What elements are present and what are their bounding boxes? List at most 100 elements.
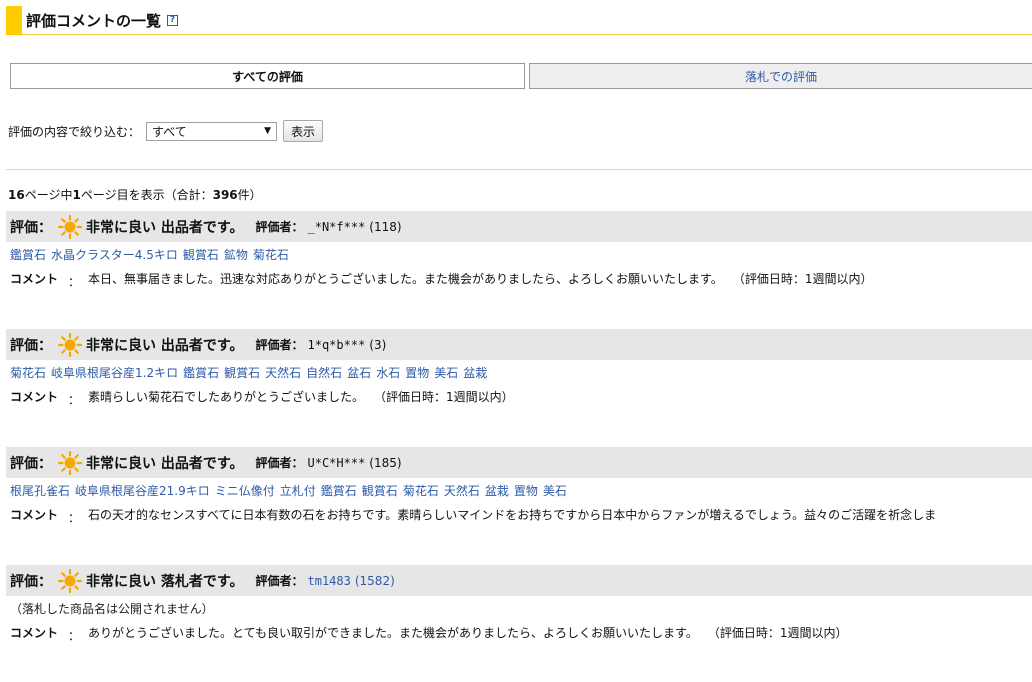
rating-filter-select[interactable]: すべて ▼ [146, 121, 278, 141]
page-summary-text: 件） [237, 188, 262, 202]
item-keyword-link[interactable]: 観賞石 [183, 246, 219, 263]
item-keyword-link[interactable]: 鑑賞石 [321, 482, 357, 499]
comment-row: コメント ： 石の天才的なセンスすべてに日本有数の石をお持ちです。素晴らしいマイ… [6, 506, 1032, 526]
item-keyword-link[interactable]: 自然石 [306, 364, 342, 381]
item-keyword-link[interactable]: 天然石 [265, 364, 301, 381]
item-keyword-link[interactable]: 美石 [543, 482, 567, 499]
rating-value: 非常に良い 出品者です。 [86, 219, 244, 236]
item-keyword-link[interactable]: 岐阜県根尾谷産21.9キロ [75, 482, 210, 499]
item-keyword-link[interactable]: 盆栽 [463, 364, 487, 381]
page-title: 評価コメントの一覧 [26, 11, 162, 30]
evaluator-label: 評価者： [255, 574, 304, 588]
rating-filter: 評価の内容で絞り込む： すべて ▼ 表示 [8, 120, 324, 142]
item-keyword-link[interactable]: 鑑賞石 [10, 246, 46, 263]
comment-row: コメント ： 本日、無事届きました。迅速な対応ありがとうございました。また機会が… [6, 270, 1032, 290]
evaluator-name: U*C*H*** [307, 455, 366, 470]
comment-colon: ： [68, 275, 81, 289]
comment-text: 素晴らしい菊花石でしたありがとうございました。 [88, 390, 365, 404]
item-keyword-link[interactable]: 立札付 [280, 482, 316, 499]
sun-icon [58, 568, 82, 593]
rating-value: 非常に良い 落札者です。 [86, 573, 244, 590]
comment-text: 本日、無事届きました。迅速な対応ありがとうございました。また機会がありましたら、… [88, 272, 723, 286]
comment-date: （評価日時：1週間以内） [374, 390, 514, 404]
evaluator-label: 評価者： [255, 338, 304, 352]
rating-header: 評価： 非常に良い 出品者です。 評価者： U*C*H*** (185) [6, 447, 1032, 478]
rating-value: 非常に良い 出品者です。 [86, 455, 244, 472]
sun-icon [58, 332, 82, 357]
item-keyword-link[interactable]: 鑑賞石 [183, 364, 219, 381]
comment-row: コメント ： ありがとうございました。とても良い取引ができました。また機会があり… [6, 624, 1032, 644]
evaluator-rating-count: (118) [369, 219, 402, 234]
item-keyword-link[interactable]: 置物 [405, 364, 429, 381]
comment-colon: ： [68, 511, 81, 525]
page-header: 評価コメントの一覧 ? [6, 5, 1032, 35]
comment-date: （評価日時：1週間以内） [707, 626, 848, 640]
item-keyword-link[interactable]: 盆石 [347, 364, 371, 381]
comment-label: コメント [10, 272, 59, 286]
total-count: 396 [212, 188, 238, 202]
tab-winning-bid-ratings[interactable]: 落札での評価 [528, 63, 1032, 89]
rating-header: 評価： 非常に良い 落札者です。 評価者： tm1483 (1582) [6, 565, 1032, 596]
item-keyword-link[interactable]: 岐阜県根尾谷産1.2キロ [51, 364, 178, 381]
rating-value: 非常に良い 出品者です。 [86, 337, 244, 354]
rating-entry: 評価： 非常に良い 出品者です。 評価者： U*C*H*** (185) 根尾孔… [6, 447, 1032, 526]
sun-icon [58, 214, 82, 239]
chevron-down-icon: ▼ [264, 126, 272, 136]
comment-date: （評価日時：1週間以内） [732, 272, 873, 286]
private-item-note: （落札した商品名は公開されません） [10, 602, 214, 616]
tab-bar: すべての評価 落札での評価 [10, 63, 1032, 89]
comment-text: ありがとうございました。とても良い取引ができました。また機会がありましたら、よろ… [88, 626, 698, 640]
comment-label: コメント [10, 626, 59, 640]
comment-row: コメント ： 素晴らしい菊花石でしたありがとうございました。 （評価日時：1週間… [6, 388, 1032, 408]
item-keywords: 菊花石 岐阜県根尾谷産1.2キロ 鑑賞石 観賞石 天然石 自然石 盆石 水石 置物 美石 盆栽 [6, 360, 1032, 385]
item-keywords: 根尾孔雀石 岐阜県根尾谷産21.9キロ ミニ仏像付 立札付 鑑賞石 観賞石 菊花石 天然石 盆栽… [6, 478, 1032, 503]
comment-label: コメント [10, 508, 59, 522]
evaluator-name: _*N*f*** [307, 219, 366, 234]
item-keyword-link[interactable]: ミニ仏像付 [215, 482, 275, 499]
item-keyword-link[interactable]: 菊花石 [403, 482, 439, 499]
evaluator-rating-count: (185) [369, 455, 402, 470]
evaluator-label: 評価者： [255, 456, 304, 470]
item-keyword-link[interactable]: 観賞石 [362, 482, 398, 499]
rating-label: 評価： [10, 219, 52, 236]
question-icon[interactable]: ? [167, 14, 179, 26]
item-keyword-link[interactable]: 観賞石 [224, 364, 260, 381]
evaluator-rating-count[interactable]: (1582) [355, 574, 395, 588]
page-summary-text: ページ中 [24, 188, 73, 202]
total-pages: 16 [8, 188, 25, 202]
header-accent-bar [6, 5, 22, 35]
rating-entry: 評価： 非常に良い 落札者です。 評価者： tm1483 (1582) （落札し… [6, 565, 1032, 644]
item-keyword-link[interactable]: 水石 [376, 364, 400, 381]
item-keyword-link[interactable]: 鉱物 [224, 246, 248, 263]
comment-colon: ： [68, 629, 81, 643]
current-page: 1 [72, 188, 81, 202]
item-keyword-link[interactable]: 根尾孔雀石 [10, 482, 70, 499]
item-keyword-link[interactable]: 置物 [514, 482, 538, 499]
comment-label: コメント [10, 390, 59, 404]
tab-all-ratings[interactable]: すべての評価 [10, 63, 525, 89]
rating-label: 評価： [10, 573, 52, 590]
item-keyword-link[interactable]: 水晶クラスター4.5キロ [51, 246, 178, 263]
item-keyword-link[interactable]: 菊花石 [10, 364, 46, 381]
evaluator-label: 評価者： [255, 220, 304, 234]
item-keywords: 鑑賞石 水晶クラスター4.5キロ 観賞石 鉱物 菊花石 [6, 242, 1032, 267]
filter-label: 評価の内容で絞り込む： [8, 124, 141, 139]
sun-icon [58, 450, 82, 475]
item-keyword-link[interactable]: 盆栽 [485, 482, 509, 499]
rating-entry: 評価： 非常に良い 出品者です。 評価者： 1*q*b*** (3) 菊花石 岐阜… [6, 329, 1032, 408]
item-keyword-link[interactable]: 菊花石 [253, 246, 289, 263]
rating-label: 評価： [10, 455, 52, 472]
rating-entry: 評価： 非常に良い 出品者です。 評価者： _*N*f*** (118) 鑑賞石… [6, 211, 1032, 290]
rating-header: 評価： 非常に良い 出品者です。 評価者： _*N*f*** (118) [6, 211, 1032, 242]
evaluator-name: 1*q*b*** [307, 337, 366, 352]
page-summary: 16ページ中1ページ目を表示（合計：396件） [8, 186, 262, 203]
item-keyword-link[interactable]: 天然石 [444, 482, 480, 499]
item-keyword-link[interactable]: 美石 [434, 364, 458, 381]
page-summary-text: ページ目を表示（合計： [80, 188, 213, 202]
show-button[interactable]: 表示 [283, 120, 324, 142]
evaluator-rating-count: (3) [369, 337, 387, 352]
comment-colon: ： [68, 393, 81, 407]
comment-text: 石の天才的なセンスすべてに日本有数の石をお持ちです。素晴らしいマインドをお持ちで… [88, 508, 937, 522]
evaluator-name[interactable]: tm1483 [308, 574, 351, 588]
divider [6, 169, 1032, 170]
